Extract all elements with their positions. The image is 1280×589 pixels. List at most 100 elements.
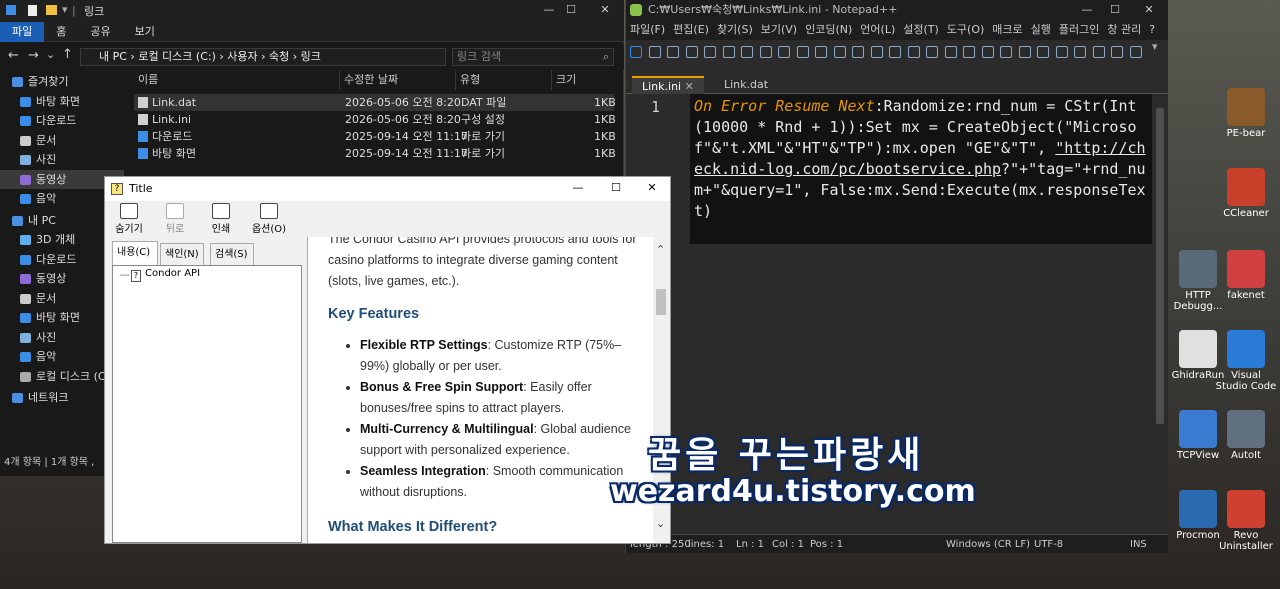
properties-icon[interactable] <box>28 5 37 16</box>
npp-scroll-thumb[interactable] <box>1156 108 1164 424</box>
record-icon[interactable] <box>1111 46 1123 58</box>
npp-menu-item[interactable]: 파일(F) <box>630 23 665 36</box>
cut-icon[interactable] <box>759 46 772 58</box>
npp-maximize-button[interactable]: ☐ <box>1100 0 1130 20</box>
save-icon[interactable] <box>667 46 679 58</box>
maximize-button[interactable]: ☐ <box>556 0 586 22</box>
search-input[interactable]: 링크 검색 ⌕ <box>452 48 614 66</box>
npp-menu-item[interactable]: 실행 <box>1031 23 1051 36</box>
toolbar-overflow-icon[interactable]: ▾ <box>1152 40 1158 53</box>
scroll-down-icon[interactable]: ⌄ <box>656 517 665 530</box>
close-all-icon[interactable] <box>722 46 735 58</box>
zoom-in-icon[interactable] <box>889 46 901 58</box>
open-file-icon[interactable] <box>648 46 661 58</box>
sync-v-icon[interactable] <box>926 46 938 58</box>
npp-menu-item[interactable]: 찾기(S) <box>717 23 753 36</box>
copy-icon[interactable] <box>778 46 790 58</box>
npp-menu-item[interactable]: 매크로 <box>992 23 1022 36</box>
scroll-up-icon[interactable]: ⌃ <box>656 243 665 256</box>
ribbon-tab-file[interactable]: 파일 <box>0 22 45 42</box>
paste-icon[interactable] <box>796 46 809 58</box>
print-icon[interactable] <box>741 46 753 58</box>
save-all-icon[interactable] <box>685 46 698 58</box>
ribbon-tab-view[interactable]: 보기 <box>123 22 167 42</box>
indent-guide-icon[interactable] <box>1000 46 1012 58</box>
help-maximize-button[interactable]: ☐ <box>601 177 631 201</box>
map-icon[interactable] <box>1037 46 1049 58</box>
forward-arrow-icon[interactable]: → <box>28 48 39 63</box>
ribbon-tab-home[interactable]: 홈 <box>44 22 78 42</box>
help-toolbar-button[interactable]: 뒤로 <box>153 203 197 235</box>
recent-dropdown-icon[interactable]: ⌄ <box>46 48 55 61</box>
npp-menu-item[interactable]: 보기(V) <box>761 23 797 36</box>
help-scroll-thumb[interactable] <box>656 289 666 315</box>
tab-link-dat[interactable]: Link.dat <box>714 76 778 94</box>
folder-icon[interactable] <box>1074 46 1086 58</box>
help-close-button[interactable]: ✕ <box>637 177 667 201</box>
desktop-icon[interactable]: PE-bear <box>1214 84 1278 150</box>
tab-search[interactable]: 검색(S) <box>210 243 254 265</box>
list-icon[interactable] <box>1055 46 1068 58</box>
npp-vertical-scrollbar[interactable] <box>1152 94 1168 534</box>
replace-icon[interactable] <box>870 46 883 58</box>
npp-menu-item[interactable]: ? <box>1149 23 1155 36</box>
column-header-type[interactable]: 유형 <box>456 70 552 90</box>
desktop-icon[interactable]: fakenet <box>1214 246 1278 312</box>
npp-menu-item[interactable]: 인코딩(N) <box>805 23 852 36</box>
file-row[interactable]: Link.ini 2026-05-06 오전 8:20 구성 설정 1KB <box>134 111 616 128</box>
tab-contents[interactable]: 내용(C) <box>112 241 158 265</box>
sync-h-icon[interactable] <box>944 46 957 58</box>
nav-item[interactable]: 다운로드 <box>0 111 124 131</box>
monitor-icon[interactable] <box>1092 46 1105 58</box>
new-file-icon[interactable] <box>630 46 642 58</box>
fx-icon[interactable] <box>1129 46 1142 58</box>
desktop-icon[interactable]: AutoIt <box>1214 406 1278 472</box>
npp-menu-item[interactable]: 편집(E) <box>673 23 709 36</box>
wrap-icon[interactable] <box>963 46 975 58</box>
undo-icon[interactable] <box>815 46 827 58</box>
close-icon[interactable] <box>704 46 716 58</box>
back-arrow-icon[interactable]: ← <box>8 48 19 63</box>
redo-icon[interactable] <box>833 46 846 58</box>
file-row[interactable]: 다운로드 2025-09-14 오전 11:17 바로 가기 1KB <box>134 128 616 145</box>
find-icon[interactable] <box>852 46 864 58</box>
nav-item[interactable]: 바탕 화면 <box>0 92 124 112</box>
nav-item[interactable]: 즐겨찾기 <box>0 72 124 92</box>
heading-what-makes-different: What Makes It Different? <box>328 519 498 535</box>
column-header-date[interactable]: 수정한 날짜 <box>340 70 456 90</box>
npp-close-button[interactable]: ✕ <box>1134 0 1164 20</box>
npp-menu-item[interactable]: 도구(O) <box>947 23 984 36</box>
help-article: The Condor Casino API provides protocols… <box>328 237 646 543</box>
column-header-name[interactable]: 이름 <box>134 70 340 90</box>
npp-minimize-button[interactable]: — <box>1072 0 1102 20</box>
tab-link-ini[interactable]: Link.ini ✕ <box>632 76 704 94</box>
npp-menu-item[interactable]: 설정(T) <box>903 23 939 36</box>
help-toolbar-button[interactable]: 인쇄 <box>199 203 243 235</box>
ribbon-tab-share[interactable]: 공유 <box>78 22 122 42</box>
help-toolbar-button[interactable]: 옵션(O) <box>247 203 291 235</box>
tab-close-icon[interactable]: ✕ <box>685 80 694 93</box>
new-folder-icon[interactable] <box>46 5 57 15</box>
close-button[interactable]: ✕ <box>590 0 620 22</box>
tree-item-condor-api[interactable]: Condor API <box>145 268 200 279</box>
address-bar[interactable]: 내 PC › 로컬 디스크 (C:) › 사용자 › 숙청 › 링크 <box>80 48 446 66</box>
qat-dropdown-icon[interactable]: ▾ <box>62 3 68 16</box>
npp-menu-item[interactable]: 창 관리 <box>1107 23 1141 36</box>
tab-index[interactable]: 색인(N) <box>160 243 204 265</box>
help-minimize-button[interactable]: — <box>563 177 593 201</box>
desktop-icon[interactable]: Revo Uninstaller <box>1214 486 1278 552</box>
nav-item[interactable]: 문서 <box>0 131 124 151</box>
desktop-icon[interactable]: CCleaner <box>1214 164 1278 230</box>
nav-item[interactable]: 사진 <box>0 150 124 170</box>
npp-menu-item[interactable]: 플러그인 <box>1059 23 1099 36</box>
help-toolbar-button[interactable]: 숨기기 <box>107 203 151 235</box>
desktop-icon[interactable]: Visual Studio Code <box>1214 326 1278 392</box>
npp-menu-item[interactable]: 언어(L) <box>860 23 895 36</box>
show-all-icon[interactable] <box>981 46 994 58</box>
zoom-out-icon[interactable] <box>907 46 920 58</box>
file-row[interactable]: 바탕 화면 2025-09-14 오전 11:17 바로 가기 1KB <box>134 145 616 162</box>
lang-icon[interactable] <box>1018 46 1031 58</box>
column-header-size[interactable]: 크기 <box>552 70 612 90</box>
up-arrow-icon[interactable]: ↑ <box>62 47 73 62</box>
file-row[interactable]: Link.dat 2026-05-06 오전 8:20 DAT 파일 1KB <box>134 94 616 111</box>
